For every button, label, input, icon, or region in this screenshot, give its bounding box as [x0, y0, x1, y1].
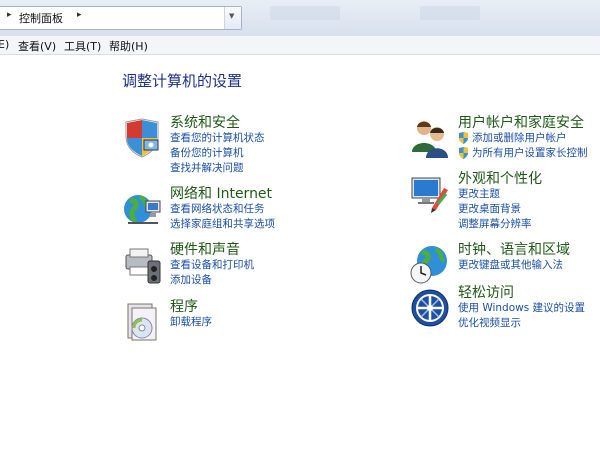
link-add-remove-accounts-label: 添加或删除用户帐户: [472, 132, 567, 144]
category-title-network[interactable]: 网络和 Internet: [170, 183, 272, 203]
page-title: 调整计算机的设置: [122, 72, 243, 90]
category-title-appearance[interactable]: 外观和个性化: [458, 168, 542, 188]
faded-background-text: [270, 6, 340, 20]
category-title-system-security[interactable]: 系统和安全: [170, 112, 240, 132]
link-add-remove-accounts[interactable]: 添加或删除用户帐户: [458, 131, 588, 146]
link-view-computer-status[interactable]: 查看您的计算机状态: [170, 131, 265, 146]
clock-language-icon[interactable]: [410, 245, 450, 285]
address-field[interactable]: ▸ 控制面板 ▸: [0, 6, 242, 30]
hardware-sound-icon[interactable]: [122, 245, 162, 285]
faded-background-text: [420, 6, 480, 20]
breadcrumb-chevron-icon[interactable]: ▸: [77, 10, 82, 20]
link-devices-printers[interactable]: 查看设备和打印机: [170, 258, 254, 273]
address-dropdown-icon[interactable]: [224, 7, 241, 29]
category-title-ease-of-access[interactable]: 轻松访问: [458, 282, 514, 302]
link-network-status[interactable]: 查看网络状态和任务: [170, 202, 275, 217]
link-change-theme[interactable]: 更改主题: [458, 187, 532, 202]
link-windows-recommended-settings[interactable]: 使用 Windows 建议的设置: [458, 301, 585, 316]
breadcrumb-arrow-icon[interactable]: ▸: [7, 10, 12, 20]
menu-tools[interactable]: 工具(T): [64, 38, 101, 54]
link-homegroup-sharing[interactable]: 选择家庭组和共享选项: [170, 217, 275, 232]
link-uninstall-program[interactable]: 卸载程序: [170, 315, 212, 330]
address-bar: ▸ 控制面板 ▸: [0, 0, 600, 36]
system-security-icon[interactable]: [122, 118, 162, 158]
menu-edit[interactable]: E): [0, 38, 9, 51]
programs-icon[interactable]: [122, 302, 162, 342]
uac-shield-icon: [459, 132, 468, 144]
link-change-input-method[interactable]: 更改键盘或其他输入法: [458, 258, 563, 273]
link-screen-resolution[interactable]: 调整屏幕分辨率: [458, 217, 532, 232]
link-troubleshoot[interactable]: 查找并解决问题: [170, 161, 265, 176]
network-icon[interactable]: [122, 189, 162, 229]
ease-of-access-icon[interactable]: [410, 288, 450, 328]
uac-shield-icon: [459, 147, 468, 159]
link-parental-controls-label: 为所有用户设置家长控制: [472, 147, 588, 159]
link-backup-computer[interactable]: 备份您的计算机: [170, 146, 265, 161]
appearance-icon[interactable]: [410, 174, 450, 214]
menu-help[interactable]: 帮助(H): [109, 38, 148, 54]
link-add-device[interactable]: 添加设备: [170, 273, 254, 288]
link-parental-controls[interactable]: 为所有用户设置家长控制: [458, 146, 588, 161]
category-title-programs[interactable]: 程序: [170, 296, 198, 316]
category-title-clock-language[interactable]: 时钟、语言和区域: [458, 239, 570, 259]
user-accounts-icon[interactable]: [410, 118, 450, 158]
category-title-hardware-sound[interactable]: 硬件和声音: [170, 239, 240, 259]
breadcrumb-control-panel[interactable]: 控制面板: [19, 10, 63, 26]
menu-bar: E) 查看(V) 工具(T) 帮助(H): [0, 36, 600, 55]
link-change-wallpaper[interactable]: 更改桌面背景: [458, 202, 532, 217]
link-optimize-display[interactable]: 优化视频显示: [458, 316, 585, 331]
menu-view[interactable]: 查看(V): [18, 38, 56, 54]
category-title-user-accounts[interactable]: 用户帐户和家庭安全: [458, 112, 584, 132]
